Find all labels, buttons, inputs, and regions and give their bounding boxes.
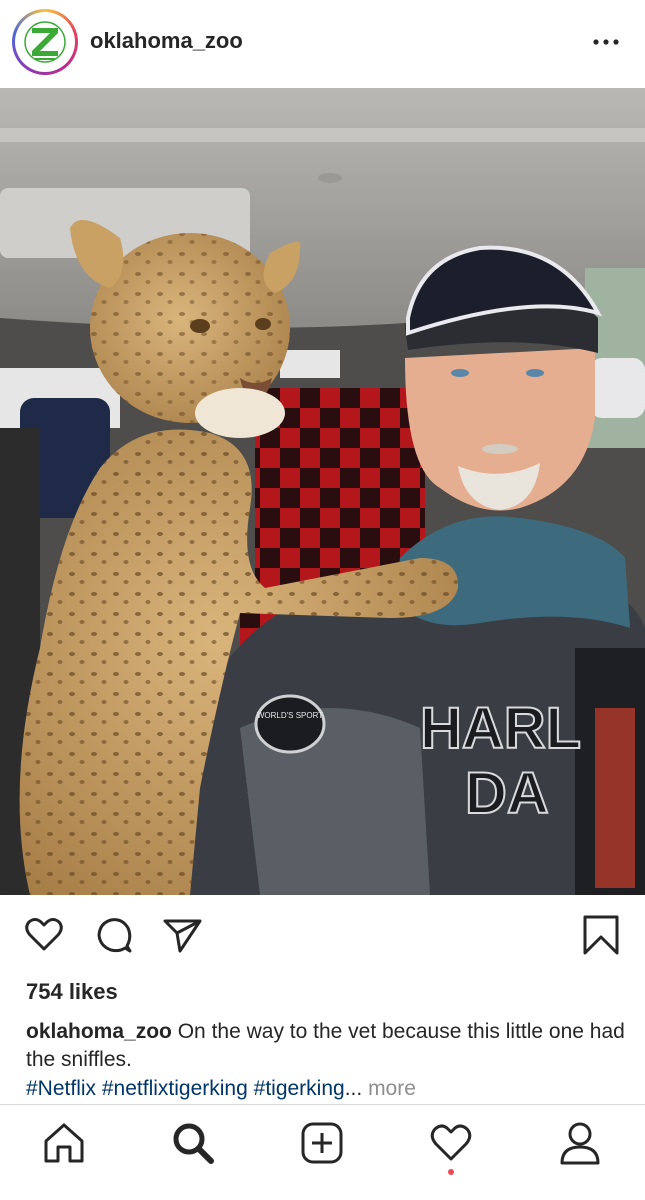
- notification-dot: [448, 1169, 454, 1175]
- caption-hashtags: #Netflix #netflixtigerking #tigerking...…: [26, 1075, 626, 1103]
- hashtag-link[interactable]: #tigerking: [254, 1077, 345, 1100]
- likes-count[interactable]: 754 likes: [26, 979, 118, 1005]
- zoo-logo-icon: [21, 18, 69, 66]
- comment-icon[interactable]: [92, 913, 136, 957]
- more-link[interactable]: more: [368, 1077, 416, 1100]
- home-icon[interactable]: [40, 1119, 88, 1167]
- post-caption: oklahoma_zoo On the way to the vet becau…: [26, 1018, 626, 1074]
- post-photo[interactable]: WORLD'S SPORT HARL DA: [0, 88, 645, 895]
- photo-illustration: WORLD'S SPORT HARL DA: [0, 88, 645, 895]
- hashtag-link[interactable]: #Netflix: [26, 1077, 96, 1100]
- profile-icon[interactable]: [556, 1119, 604, 1167]
- bookmark-icon[interactable]: [579, 913, 623, 957]
- caption-ellipsis: ...: [344, 1077, 363, 1100]
- add-post-icon[interactable]: [298, 1119, 346, 1167]
- caption-username[interactable]: oklahoma_zoo: [26, 1020, 172, 1043]
- activity-heart-icon[interactable]: [427, 1119, 475, 1167]
- jacket-text-bottom: DA: [465, 761, 549, 826]
- avatar[interactable]: [12, 9, 78, 75]
- post-username[interactable]: oklahoma_zoo: [90, 28, 243, 54]
- heart-icon[interactable]: [22, 913, 66, 957]
- more-options-icon[interactable]: [588, 30, 624, 54]
- share-icon[interactable]: [160, 913, 204, 957]
- search-icon[interactable]: [169, 1119, 217, 1167]
- post-action-bar: [0, 895, 645, 977]
- jacket-text-top: HARL: [420, 696, 581, 761]
- jacket-patch-text: WORLD'S SPORT: [257, 711, 323, 720]
- post-header: oklahoma_zoo: [0, 0, 645, 88]
- bottom-tab-bar: [0, 1104, 645, 1200]
- hashtag-link[interactable]: #netflixtigerking: [102, 1077, 248, 1100]
